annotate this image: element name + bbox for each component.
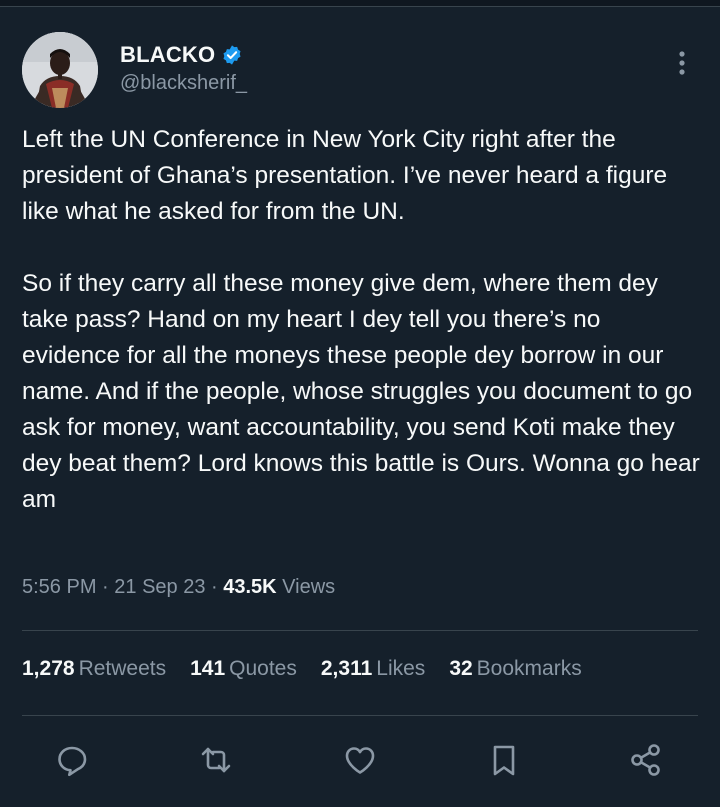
bookmarks-stat[interactable]: 32 Bookmarks — [449, 657, 581, 681]
top-divider — [0, 0, 720, 7]
views-count[interactable]: 43.5K — [223, 576, 276, 598]
quotes-stat[interactable]: 141 Quotes — [190, 657, 297, 681]
tweet-paragraph: Left the UN Conference in New York City … — [22, 126, 668, 225]
likes-stat[interactable]: 2,311 Likes — [321, 657, 425, 681]
meta-separator: · — [205, 576, 224, 598]
bookmark-icon[interactable] — [484, 740, 524, 780]
tweet-text: Left the UN Conference in New York City … — [22, 122, 702, 518]
verified-badge-icon — [221, 44, 243, 66]
reply-icon[interactable] — [52, 740, 92, 780]
views-label: Views — [276, 576, 336, 598]
divider — [22, 715, 698, 716]
stat-count: 141 — [190, 657, 226, 680]
author-handle[interactable]: @blacksherif_ — [120, 72, 247, 95]
retweet-icon[interactable] — [196, 740, 236, 780]
stat-label: Quotes — [229, 657, 297, 680]
engagement-stats: 1,278 Retweets 141 Quotes 2,311 Likes 32 Boo… — [22, 657, 606, 681]
meta-separator: · — [96, 576, 115, 598]
stat-count: 32 — [449, 657, 473, 680]
tweet-time[interactable]: 5:56 PM — [22, 576, 96, 598]
tweet-header: BLACKO @blacksherif_ — [22, 32, 702, 108]
share-icon[interactable] — [626, 740, 666, 780]
stat-count: 1,278 — [22, 657, 75, 680]
action-bar — [0, 740, 720, 784]
avatar-image — [22, 32, 98, 108]
stat-count: 2,311 — [320, 657, 373, 680]
tweet-meta: 5:56 PM · 21 Sep 23 · 43.5K Views — [22, 576, 335, 599]
author-name-row: BLACKO — [120, 42, 243, 68]
tweet-paragraph: So if they carry all these money give de… — [22, 270, 700, 513]
avatar[interactable] — [22, 32, 98, 108]
stat-label: Likes — [376, 657, 426, 680]
heart-icon[interactable] — [340, 740, 380, 780]
tweet-date[interactable]: 21 Sep 23 — [114, 576, 205, 598]
author-display-name[interactable]: BLACKO — [120, 42, 215, 68]
retweets-stat[interactable]: 1,278 Retweets — [22, 657, 166, 681]
divider — [22, 630, 698, 631]
stat-label: Bookmarks — [476, 657, 582, 680]
stat-label: Retweets — [78, 657, 167, 680]
more-vertical-icon[interactable] — [672, 48, 692, 78]
